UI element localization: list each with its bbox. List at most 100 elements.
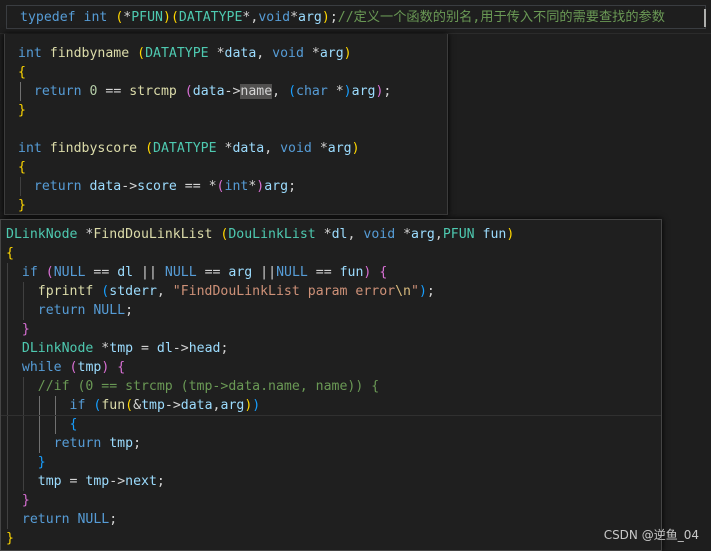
- code-snippet-find-dou-link-list[interactable]: DLinkNode *FindDouLinkList (DouLinkList …: [0, 219, 662, 551]
- bracket: (: [145, 141, 154, 156]
- keyword: void: [363, 227, 396, 242]
- code-line[interactable]: return 0 == strcmp (data->name, (char *)…: [18, 82, 391, 101]
- code-snippet-find-functions[interactable]: int findbyname (DATATYPE *data, void *ar…: [4, 34, 448, 215]
- code-line[interactable]: typedef int (*PFUN)(DATATYPE*,void*arg);…: [20, 8, 665, 27]
- bracket: (: [184, 84, 193, 99]
- code-line[interactable]: {: [18, 158, 391, 177]
- identifier: data: [224, 46, 257, 61]
- punctuation: [76, 10, 84, 25]
- bracket: }: [18, 198, 26, 213]
- punctuation: *: [395, 227, 412, 242]
- keyword: if: [21, 265, 38, 280]
- punctuation: [6, 360, 22, 375]
- keyword: typedef: [20, 10, 76, 25]
- code-line[interactable]: return tmp;: [6, 434, 514, 453]
- identifier: tmp: [85, 474, 110, 489]
- code-line[interactable]: DLinkNode *FindDouLinkList (DouLinkList …: [6, 225, 514, 244]
- keyword: while: [21, 360, 62, 375]
- code-line[interactable]: }: [6, 491, 514, 510]
- punctuation: ,: [212, 398, 221, 413]
- bracket: {: [6, 246, 14, 261]
- code-line[interactable]: tmp = tmp->next;: [6, 472, 514, 491]
- code-line[interactable]: {: [6, 415, 514, 434]
- punctuation: ;: [329, 10, 338, 25]
- punctuation: ->: [172, 341, 189, 356]
- type-name: PFUN: [131, 10, 163, 25]
- code-line[interactable]: //if (0 == strcmp (tmp->data.name, name)…: [6, 377, 514, 396]
- code-line[interactable]: {: [18, 63, 391, 82]
- code-line[interactable]: if (NULL == dl || NULL == arg ||NULL == …: [6, 263, 514, 282]
- punctuation: ,: [347, 227, 364, 242]
- function-name: findbyscore: [49, 141, 138, 156]
- indent-guide: [7, 415, 8, 434]
- text-cursor: [704, 9, 706, 27]
- code-line[interactable]: int findbyname (DATATYPE *data, void *ar…: [18, 44, 391, 63]
- keyword: char: [296, 84, 328, 99]
- keyword: NULL: [276, 265, 308, 280]
- punctuation: *: [311, 141, 328, 156]
- code-line[interactable]: int findbyscore (DATATYPE *data, void *a…: [18, 139, 391, 158]
- indent-guide: [22, 396, 24, 415]
- bracket: }: [21, 493, 30, 508]
- punctuation: [6, 322, 22, 337]
- code-line[interactable]: {: [6, 244, 514, 263]
- identifier: dl: [331, 227, 348, 242]
- code-line[interactable]: return NULL;: [6, 510, 514, 529]
- code-line[interactable]: }: [18, 196, 391, 214]
- identifier: tmp: [37, 474, 62, 489]
- code-line[interactable]: DLinkNode *tmp = dl->head;: [6, 339, 514, 358]
- punctuation: [6, 417, 70, 432]
- bracket: ): [351, 141, 360, 156]
- bracket: {: [379, 265, 388, 280]
- bracket: }: [6, 531, 14, 546]
- comment: //if (0 == strcmp (tmp->data.name, name)…: [37, 379, 380, 394]
- identifier: data: [192, 84, 225, 99]
- keyword: int: [18, 141, 42, 156]
- code-line[interactable]: }: [18, 101, 391, 120]
- bracket: (: [45, 265, 54, 280]
- punctuation: &: [133, 398, 142, 413]
- identifier: score: [137, 179, 177, 194]
- punctuation: ==: [307, 265, 340, 280]
- punctuation: ->: [164, 398, 181, 413]
- code-line[interactable]: return NULL;: [6, 301, 514, 320]
- indent-guide: [54, 415, 56, 434]
- punctuation: ==: [97, 84, 130, 99]
- indent-guide: [22, 282, 24, 301]
- identifier: tmp: [77, 360, 102, 375]
- editor-top-line[interactable]: typedef int (*PFUN)(DATATYPE*,void*arg);…: [0, 0, 711, 34]
- code-line[interactable]: if (fun(&tmp->data,arg)): [6, 396, 514, 415]
- punctuation: [6, 398, 70, 413]
- keyword: NULL: [77, 512, 110, 527]
- punctuation: [6, 474, 38, 489]
- punctuation: *: [93, 341, 110, 356]
- bracket: (: [288, 84, 297, 99]
- punctuation: [42, 141, 50, 156]
- code-line[interactable]: [18, 120, 391, 139]
- punctuation: ==: [196, 265, 229, 280]
- type-name: DATATYPE: [153, 141, 217, 156]
- indent-guide: [38, 415, 40, 434]
- punctuation: ,: [156, 284, 173, 299]
- punctuation: ,: [272, 84, 289, 99]
- code-line[interactable]: }: [6, 529, 514, 548]
- indent-guide: [38, 396, 40, 415]
- code-line[interactable]: }: [6, 453, 514, 472]
- indent-guide: [7, 377, 8, 396]
- function-name: fprintf: [37, 284, 94, 299]
- bracket: ): [343, 84, 352, 99]
- identifier: arg: [298, 10, 322, 25]
- identifier: arg: [327, 141, 352, 156]
- punctuation: ->: [224, 84, 241, 99]
- identifier: tmp: [141, 398, 165, 413]
- punctuation: ->: [121, 179, 138, 194]
- code-line[interactable]: while (tmp) {: [6, 358, 514, 377]
- watermark: CSDN @逆鱼_04: [603, 528, 699, 542]
- punctuation: ;: [156, 474, 165, 489]
- code-line[interactable]: return data->score == *(int*)arg;: [18, 177, 391, 196]
- code-line[interactable]: fprintf (stderr, "FindDouLinkList param …: [6, 282, 514, 301]
- code-line[interactable]: }: [6, 320, 514, 339]
- bracket: {: [18, 65, 26, 80]
- punctuation: ,: [256, 46, 273, 61]
- string-literal: "FindDouLinkList param error: [172, 284, 396, 299]
